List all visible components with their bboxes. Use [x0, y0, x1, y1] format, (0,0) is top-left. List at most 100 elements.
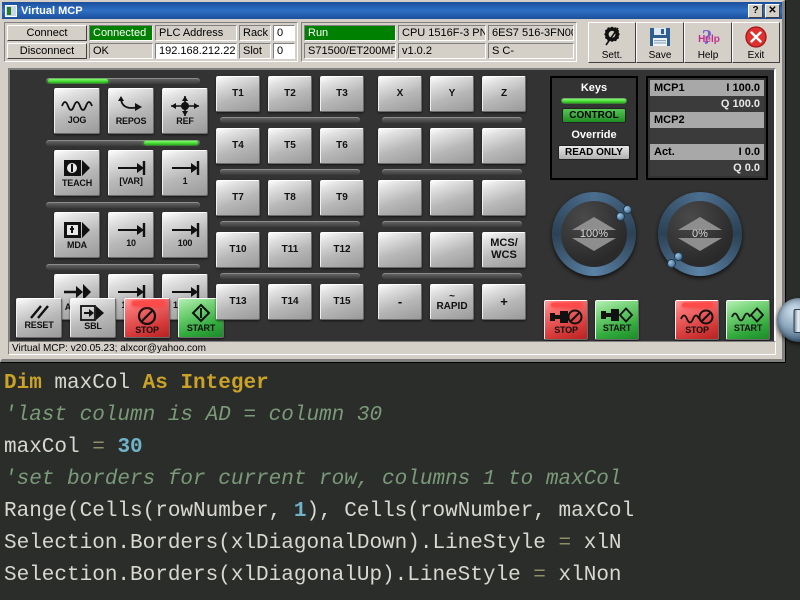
dial-inner: 100%	[561, 201, 627, 267]
slot-input[interactable]: 0	[273, 43, 295, 59]
save-button[interactable]: Save	[636, 22, 684, 63]
t-key[interactable]: T13	[216, 284, 260, 320]
t-key[interactable]: T12	[320, 232, 364, 268]
axis-key-z[interactable]: Z	[482, 76, 526, 112]
axis-key-blank[interactable]	[430, 128, 474, 164]
increment-arrow-icon	[115, 160, 147, 176]
floppy-disk-icon	[648, 23, 672, 50]
mode-key-label: REPOS	[115, 115, 147, 126]
connect-button[interactable]: Connect	[7, 25, 87, 41]
t-key[interactable]: T7	[216, 180, 260, 216]
t-key[interactable]: T15	[320, 284, 364, 320]
spindle-start-button[interactable]: START	[595, 300, 639, 340]
axis-key-blank[interactable]	[430, 232, 474, 268]
help-button[interactable]: ? Help Help	[684, 22, 732, 63]
mode-key-label: MDA	[67, 239, 87, 250]
mcp-row-value: Q 100.0	[720, 98, 760, 110]
t-key[interactable]: T11	[268, 232, 312, 268]
dial-knob[interactable]	[674, 252, 683, 261]
spindle-stop-button[interactable]: STOP	[544, 300, 588, 340]
inc-key-label: [VAR]	[119, 175, 143, 186]
axis-separator	[382, 273, 522, 279]
t-key[interactable]: T8	[268, 180, 312, 216]
nc-stop-button[interactable]: STOP	[124, 298, 170, 338]
t-key[interactable]: T6	[320, 128, 364, 164]
t-key[interactable]: T2	[268, 76, 312, 112]
key-switch[interactable]	[777, 298, 800, 342]
rack-label: Rack	[239, 25, 271, 41]
mode-key-ref[interactable]: REF	[162, 88, 208, 134]
settings-button[interactable]: Sett.	[588, 22, 636, 63]
inc-key-var[interactable]: [VAR]	[108, 150, 154, 196]
close-window-button[interactable]: ✕	[765, 3, 780, 18]
help-titlebar-button[interactable]: ?	[748, 3, 763, 18]
t-key-label: T11	[281, 243, 299, 255]
axis-key-label: X	[396, 87, 404, 99]
plus-button[interactable]: +	[482, 284, 526, 320]
axis-key-blank[interactable]	[482, 128, 526, 164]
axis-key-x[interactable]: X	[378, 76, 422, 112]
axis-key-blank[interactable]	[378, 232, 422, 268]
t-key[interactable]: T4	[216, 128, 260, 164]
t-key[interactable]: T3	[320, 76, 364, 112]
mode-key-mda[interactable]: MDA	[54, 212, 100, 258]
feed-start-icon	[731, 306, 765, 323]
svg-text:Help: Help	[698, 34, 720, 45]
exit-button[interactable]: Exit	[732, 22, 780, 63]
t-key-label: T10	[229, 243, 247, 255]
axis-key-blank[interactable]	[482, 180, 526, 216]
dial-knob[interactable]	[616, 212, 625, 221]
plc-run-state: Run	[304, 25, 396, 41]
window-title: Virtual MCP	[21, 4, 83, 17]
axis-key-blank[interactable]	[378, 180, 422, 216]
dial-knob-secondary	[667, 259, 676, 268]
plc-address-input[interactable]: 192.168.212.222	[155, 43, 237, 59]
axis-key-y[interactable]: Y	[430, 76, 474, 112]
mcp-row: Q 0.0	[650, 160, 764, 176]
minus-button[interactable]: -	[378, 284, 422, 320]
t-key[interactable]: T1	[216, 76, 260, 112]
disconnect-button[interactable]: Disconnect	[7, 43, 87, 59]
nc-control-row: RESET SBL STOP START	[16, 298, 224, 338]
single-block-icon	[79, 304, 107, 321]
mcp-row-value: Q 0.0	[733, 162, 760, 174]
reset-button[interactable]: RESET	[16, 298, 62, 338]
mcs-wcs-button[interactable]: MCS/ WCS	[482, 232, 526, 268]
rack-input[interactable]: 0	[273, 25, 295, 41]
toolbar-icon-buttons: Sett. Save ? Help Help Exit	[588, 22, 780, 63]
save-button-label: Save	[648, 50, 672, 61]
feed-override-dial[interactable]: 100%	[552, 192, 636, 276]
feed-stop-icon	[680, 309, 714, 325]
axis-key-blank[interactable]	[430, 180, 474, 216]
t-key[interactable]: T5	[268, 128, 312, 164]
t-key[interactable]: T10	[216, 232, 260, 268]
mcp-row-name: MCP2	[654, 114, 685, 126]
axis-key-blank[interactable]	[378, 128, 422, 164]
feed-start-button[interactable]: START	[726, 300, 770, 340]
t-key-label: T4	[232, 139, 244, 151]
mcp-row-name: Act.	[654, 146, 675, 158]
exit-button-label: Exit	[747, 50, 765, 61]
single-block-button[interactable]: SBL	[70, 298, 116, 338]
inc-key-100[interactable]: 100	[162, 212, 208, 258]
mode-key-teach[interactable]: TEACH	[54, 150, 100, 196]
mode-key-jog[interactable]: JOG	[54, 88, 100, 134]
feed-stop-button[interactable]: STOP	[675, 300, 719, 340]
minus-label: -	[397, 294, 403, 310]
mode-key-repos[interactable]: REPOS	[108, 88, 154, 134]
mcs-wcs-label: MCS/ WCS	[490, 237, 518, 261]
dial-value: 0%	[692, 228, 708, 240]
nc-start-label: START	[186, 322, 216, 333]
rapid-button[interactable]: ~ RAPID	[430, 284, 474, 320]
t-key[interactable]: T9	[320, 180, 364, 216]
control-indicator[interactable]: CONTROL	[562, 108, 626, 123]
mcp-readout-box: MCP1 I 100.0 Q 100.0 MCP2 Act. I 0.0 Q 0.0	[646, 76, 768, 180]
inc-key-10[interactable]: 10	[108, 212, 154, 258]
mcp-row-value: I 100.0	[726, 82, 760, 94]
inc-key-1[interactable]: 1	[162, 150, 208, 196]
t-key[interactable]: T14	[268, 284, 312, 320]
mcp-row: Act. I 0.0	[650, 144, 764, 160]
spindle-override-dial[interactable]: 0%	[658, 192, 742, 276]
read-only-indicator[interactable]: READ ONLY	[558, 145, 630, 160]
plc-cpu-type: CPU 1516F-3 PN/DP	[398, 25, 486, 41]
